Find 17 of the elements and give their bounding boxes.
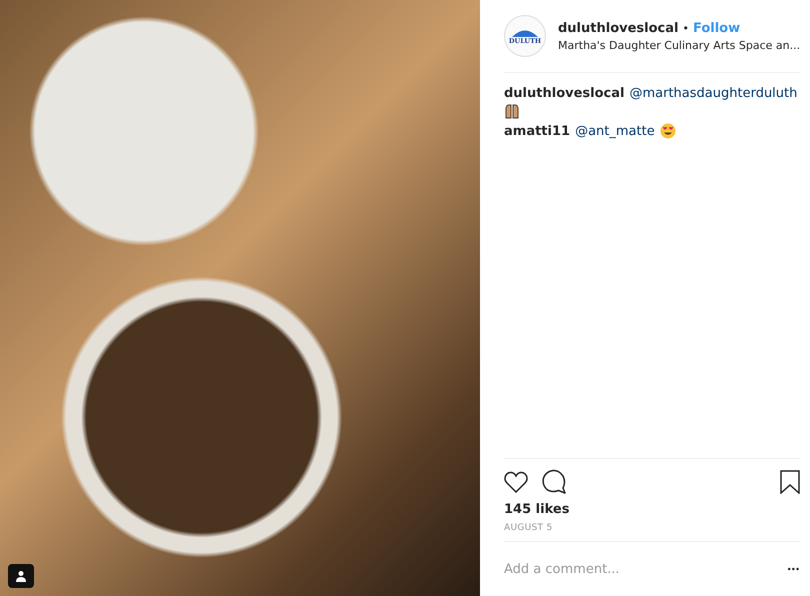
comment-username[interactable]: amatti11 bbox=[504, 124, 570, 138]
raised-hands-icon bbox=[504, 103, 520, 119]
heart-eyes-face-icon bbox=[660, 123, 676, 139]
comment-username[interactable]: duluthloveslocal bbox=[504, 86, 624, 101]
city-skyline-logo-icon bbox=[512, 28, 538, 36]
bookmark-icon[interactable] bbox=[780, 470, 800, 494]
post-date: AUGUST 5 bbox=[504, 523, 553, 533]
comment-bubble-icon[interactable] bbox=[542, 469, 567, 494]
like-heart-icon[interactable] bbox=[504, 470, 528, 492]
more-options-button[interactable]: ••• bbox=[788, 564, 800, 574]
tagged-user-icon[interactable] bbox=[8, 564, 34, 588]
likes-count[interactable]: 145 likes bbox=[504, 502, 570, 517]
mention-link[interactable]: @ant_matte bbox=[575, 124, 655, 138]
mention-link[interactable]: @marthasdaughterduluth bbox=[629, 86, 798, 101]
username[interactable]: duluthloveslocal bbox=[558, 20, 678, 36]
location-link[interactable]: Martha's Daughter Culinary Arts Space an... bbox=[558, 38, 800, 52]
separator-dot: • bbox=[682, 22, 689, 34]
